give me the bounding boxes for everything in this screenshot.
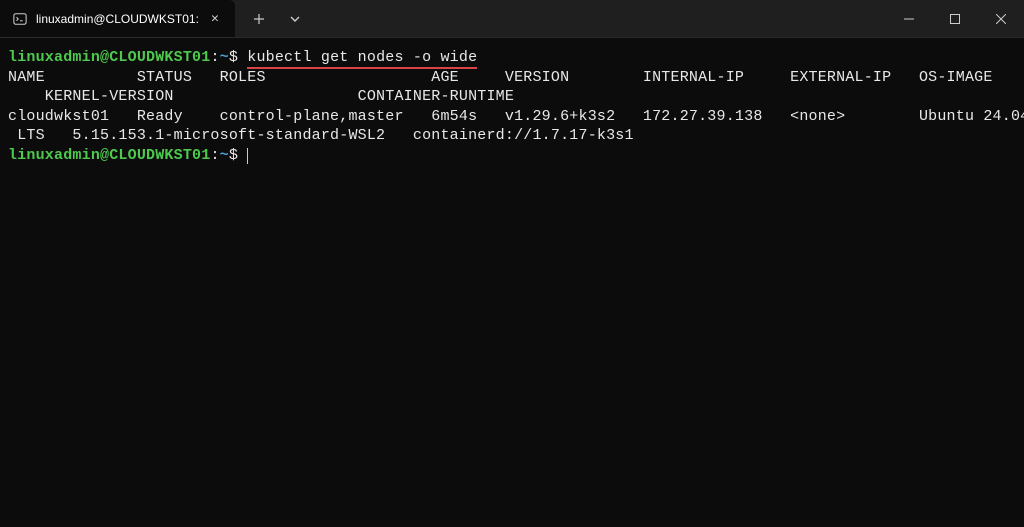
prompt-symbol: $ (229, 49, 238, 66)
tab-dropdown-button[interactable] (279, 3, 311, 35)
window-controls (886, 0, 1024, 37)
output-data1: cloudwkst01 Ready control-plane,master 6… (8, 108, 1024, 125)
terminal-icon (12, 11, 28, 27)
prompt-path: ~ (220, 147, 229, 164)
titlebar-drag-area[interactable] (319, 0, 886, 37)
close-tab-icon[interactable]: ✕ (207, 11, 223, 27)
terminal-tab[interactable]: linuxadmin@CLOUDWKST01: ✕ (0, 0, 235, 37)
minimize-button[interactable] (886, 0, 932, 38)
output-header2: KERNEL-VERSION CONTAINER-RUNTIME (8, 88, 514, 105)
tab-actions (235, 0, 319, 37)
command-text: kubectl get nodes -o wide (247, 49, 477, 69)
prompt-userhost: linuxadmin@CLOUDWKST01 (8, 49, 210, 66)
new-tab-button[interactable] (243, 3, 275, 35)
prompt-userhost: linuxadmin@CLOUDWKST01 (8, 147, 210, 164)
cursor (247, 148, 248, 164)
terminal-body[interactable]: linuxadmin@CLOUDWKST01:~$ kubectl get no… (0, 38, 1024, 527)
prompt-symbol: $ (229, 147, 238, 164)
maximize-button[interactable] (932, 0, 978, 38)
output-data2: LTS 5.15.153.1-microsoft-standard-WSL2 c… (8, 127, 634, 144)
tab-title: linuxadmin@CLOUDWKST01: (36, 12, 199, 26)
output-header1: NAME STATUS ROLES AGE VERSION INTERNAL-I… (8, 69, 1024, 86)
prompt-separator: : (210, 147, 219, 164)
prompt-separator: : (210, 49, 219, 66)
close-window-button[interactable] (978, 0, 1024, 38)
window-titlebar: linuxadmin@CLOUDWKST01: ✕ (0, 0, 1024, 38)
prompt-path: ~ (220, 49, 229, 66)
